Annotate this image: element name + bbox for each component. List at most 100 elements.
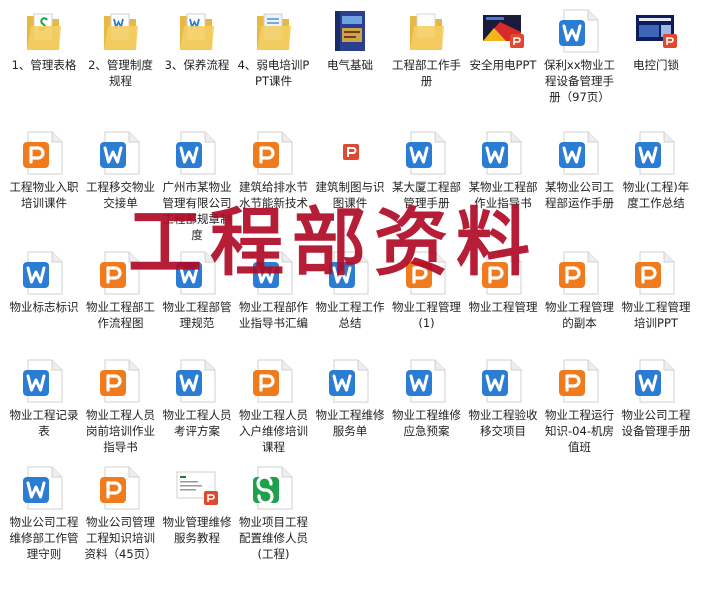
word-document-icon <box>174 358 220 404</box>
file-item[interactable]: 物业项目工程配置维修人员(工程) <box>236 465 312 562</box>
file-item[interactable]: 物业工程管理 (1) <box>389 250 465 331</box>
word-document-icon <box>480 130 526 176</box>
file-item[interactable]: 某物业公司工程部运作手册 <box>542 130 618 211</box>
file-label: 物业工程人员岗前培训作业指导书 <box>86 408 155 454</box>
ppt-document-icon <box>98 465 144 511</box>
file-label: 保利xx物业工程设备管理手册（97页） <box>543 58 616 104</box>
folder-icon <box>98 8 144 54</box>
ppt-document-icon <box>404 250 450 296</box>
file-item[interactable]: 物业工程管理 <box>465 250 541 315</box>
ppt-document-icon <box>480 250 526 296</box>
file-label: 物业工程人员考评方案 <box>162 408 232 438</box>
file-item[interactable]: 3、保养流程 <box>159 8 235 73</box>
file-item[interactable]: 电控门锁 <box>618 8 694 73</box>
ppt-document-icon <box>633 250 679 296</box>
folder-icon <box>404 8 450 54</box>
file-item[interactable]: 4、弱电培训PPT课件 <box>236 8 312 89</box>
file-item[interactable]: 1、管理表格 <box>6 8 82 73</box>
file-item[interactable]: 物业工程人员岗前培训作业指导书 <box>83 358 159 455</box>
file-label: 物业工程维修服务单 <box>315 408 385 438</box>
file-label: 3、保养流程 <box>164 58 230 72</box>
file-item[interactable]: 物业(工程)年度工作总结 <box>618 130 694 211</box>
file-item[interactable]: 物业工程人员入户维修培训课程 <box>236 358 312 455</box>
file-label: 物业工程管理 (1) <box>392 300 461 330</box>
file-item[interactable]: 物业工程记录表 <box>6 358 82 439</box>
slide-thumbnail-icon <box>174 465 220 511</box>
word-document-icon <box>557 130 603 176</box>
file-item[interactable]: 物业工程人员考评方案 <box>159 358 235 439</box>
file-label: 2、管理制度规程 <box>88 58 153 88</box>
file-item[interactable]: 物业工程工作总结 <box>312 250 388 331</box>
file-item[interactable]: 某物业工程部作业指导书 <box>465 130 541 211</box>
file-item[interactable]: 电气基础 <box>312 8 388 73</box>
file-item[interactable]: 物业工程验收移交项目 <box>465 358 541 439</box>
file-item[interactable]: 工程物业入职培训课件 <box>6 130 82 211</box>
file-item[interactable]: 建筑给排水节水节能新技术 <box>236 130 312 211</box>
ppt-document-icon <box>98 250 144 296</box>
word-document-icon <box>174 130 220 176</box>
file-label: 工程移交物业交接单 <box>86 180 155 210</box>
file-label: 物业管理维修服务教程 <box>162 515 232 545</box>
file-label: 物业工程记录表 <box>9 408 79 438</box>
file-label: 某大厦工程部管理手册 <box>392 180 461 210</box>
file-label: 工程物业入职培训课件 <box>9 180 79 210</box>
word-document-icon <box>21 358 67 404</box>
file-item[interactable]: 物业工程运行知识-04-机房值班 <box>542 358 618 455</box>
word-document-icon <box>327 358 373 404</box>
ppt-document-icon <box>557 358 603 404</box>
file-item[interactable]: 物业工程管理培训PPT <box>618 250 694 331</box>
file-item[interactable]: 物业工程维修应急预案 <box>389 358 465 439</box>
file-label: 物业工程人员入户维修培训课程 <box>239 408 308 454</box>
file-label: 建筑制图与识图课件 <box>315 180 385 210</box>
file-item[interactable]: 物业标志标识 <box>6 250 82 315</box>
ppt-badge-icon <box>327 130 373 176</box>
book-thumbnail-icon <box>327 8 373 54</box>
word-document-icon <box>404 358 450 404</box>
file-item[interactable]: 2、管理制度规程 <box>83 8 159 89</box>
word-document-icon <box>327 250 373 296</box>
ppt-document-icon <box>251 358 297 404</box>
file-label: 物业工程管理 <box>468 300 538 314</box>
word-document-icon <box>480 358 526 404</box>
file-item[interactable]: 物业公司管理工程知识培训资料（45页） <box>83 465 159 562</box>
file-item[interactable]: 广州市某物业管理有限公司工程部规章制度 <box>159 130 235 243</box>
file-label: 物业公司工程设备管理手册 <box>621 408 691 438</box>
file-label: 物业工程部工作流程图 <box>86 300 155 330</box>
file-item[interactable]: 物业工程管理的副本 <box>542 250 618 331</box>
file-item[interactable]: 保利xx物业工程设备管理手册（97页） <box>542 8 618 105</box>
file-label: 某物业工程部作业指导书 <box>468 180 538 210</box>
file-item[interactable]: 物业工程维修服务单 <box>312 358 388 439</box>
word-document-icon <box>21 465 67 511</box>
folder-icon <box>21 8 67 54</box>
file-item[interactable]: 物业工程部作业指导书汇编 <box>236 250 312 331</box>
word-document-icon <box>633 358 679 404</box>
file-label: 物业公司管理工程知识培训资料（45页） <box>84 515 157 561</box>
slide-thumbnail-icon <box>480 8 526 54</box>
ppt-document-icon <box>21 130 67 176</box>
file-label: 某物业公司工程部运作手册 <box>545 180 614 210</box>
word-document-icon <box>174 250 220 296</box>
word-document-icon <box>557 8 603 54</box>
ppt-document-icon <box>98 358 144 404</box>
file-label: 物业工程工作总结 <box>315 300 385 330</box>
file-item[interactable]: 安全用电PPT <box>465 8 541 73</box>
slide-thumbnail-icon <box>633 8 679 54</box>
folder-icon <box>251 8 297 54</box>
file-label: 电控门锁 <box>633 58 679 72</box>
file-item[interactable]: 建筑制图与识图课件 <box>312 130 388 211</box>
file-item[interactable]: 某大厦工程部管理手册 <box>389 130 465 211</box>
file-item[interactable]: 物业工程部管理规范 <box>159 250 235 331</box>
file-item[interactable]: 工程移交物业交接单 <box>83 130 159 211</box>
excel-document-icon <box>251 465 297 511</box>
word-document-icon <box>404 130 450 176</box>
file-label: 物业工程验收移交项目 <box>468 408 538 438</box>
file-item[interactable]: 物业工程部工作流程图 <box>83 250 159 331</box>
folder-icon <box>174 8 220 54</box>
file-item[interactable]: 工程部工作手册 <box>389 8 465 89</box>
file-label: 工程部工作手册 <box>392 58 461 88</box>
file-item[interactable]: 物业公司工程维修部工作管理守则 <box>6 465 82 562</box>
file-item[interactable]: 物业管理维修服务教程 <box>159 465 235 546</box>
file-label: 4、弱电培训PPT课件 <box>237 58 310 88</box>
file-item[interactable]: 物业公司工程设备管理手册 <box>618 358 694 439</box>
file-label: 安全用电PPT <box>469 58 537 72</box>
